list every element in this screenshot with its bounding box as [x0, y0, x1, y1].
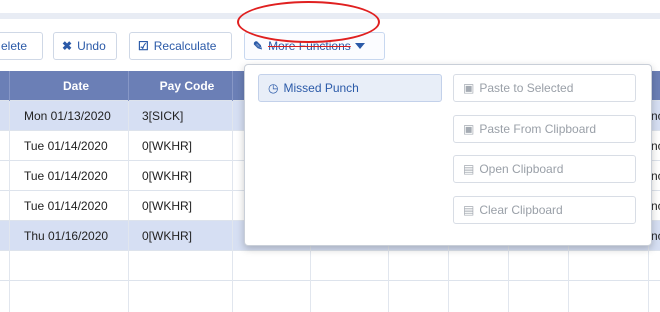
clipboard-paste-icon: ▣ [463, 122, 475, 136]
clear-clipboard-label: Clear Clipboard [479, 203, 563, 217]
date-cell[interactable]: Thu 01/16/2020 [10, 221, 129, 251]
row-gutter [0, 131, 10, 161]
table-cell[interactable] [449, 251, 509, 281]
row-gutter [0, 281, 10, 312]
table-cell[interactable] [129, 251, 233, 281]
row-gutter [0, 251, 10, 281]
date-cell[interactable]: Mon 01/13/2020 [10, 101, 129, 131]
clock-icon: ◷ [268, 81, 279, 95]
clipboard-icon: ▤ [463, 162, 475, 176]
table-cell[interactable] [649, 251, 660, 281]
checkbox-icon: ☑ [138, 39, 149, 53]
row-gutter [0, 191, 10, 221]
clear-clipboard-menu-item[interactable]: ▤ Clear Clipboard [453, 196, 636, 224]
table-cell[interactable] [233, 251, 311, 281]
recalculate-button[interactable]: ☑ Recalculate [129, 32, 232, 60]
table-cell[interactable] [129, 281, 233, 312]
pay-code-cell[interactable]: 0[WKHR] [129, 131, 233, 161]
row-gutter [0, 161, 10, 191]
paste-from-clipboard-label: Paste From Clipboard [479, 122, 597, 136]
clipboard-icon: ▤ [463, 203, 475, 217]
table-cell[interactable] [389, 251, 449, 281]
open-clipboard-label: Open Clipboard [479, 162, 564, 176]
header-pay-code[interactable]: Pay Code [129, 71, 233, 101]
caret-down-icon [354, 43, 365, 49]
table-cell[interactable] [509, 281, 569, 312]
table-cell[interactable] [649, 281, 660, 312]
pay-code-cell[interactable]: 0[WKHR] [129, 191, 233, 221]
timecard-page: elete ✖ Undo ☑ Recalculate ✎ More Functi… [0, 0, 660, 312]
wrench-icon: ✎ [253, 39, 264, 53]
more-functions-menu: ◷ Missed Punch ▣ Paste to Selected ▣ Pas… [244, 64, 652, 246]
clipboard-paste-icon: ▣ [463, 81, 475, 95]
paste-to-selected-menu-item[interactable]: ▣ Paste to Selected [453, 74, 636, 102]
table-cell[interactable] [569, 251, 649, 281]
recalculate-label: Recalculate [153, 39, 217, 53]
table-cell[interactable] [569, 281, 649, 312]
date-cell[interactable]: Tue 01/14/2020 [10, 161, 129, 191]
table-cell[interactable] [233, 281, 311, 312]
row-gutter [0, 221, 10, 251]
date-cell[interactable]: Tue 01/14/2020 [10, 191, 129, 221]
open-clipboard-menu-item[interactable]: ▤ Open Clipboard [453, 155, 636, 183]
table-cell[interactable] [10, 281, 129, 312]
table-row[interactable] [0, 281, 660, 312]
annotation-circle [237, 1, 380, 43]
table-cell[interactable] [389, 281, 449, 312]
table-cell[interactable] [509, 251, 569, 281]
table-row[interactable] [0, 251, 660, 281]
undo-label: Undo [77, 39, 106, 53]
date-cell[interactable]: Tue 01/14/2020 [10, 131, 129, 161]
pay-code-cell[interactable]: 3[SICK] [129, 101, 233, 131]
undo-button[interactable]: ✖ Undo [53, 32, 117, 60]
delete-button[interactable]: elete [0, 32, 43, 60]
x-icon: ✖ [62, 39, 73, 53]
paste-from-clipboard-menu-item[interactable]: ▣ Paste From Clipboard [453, 115, 636, 143]
paste-to-selected-label: Paste to Selected [479, 81, 574, 95]
table-cell[interactable] [311, 251, 389, 281]
table-cell[interactable] [10, 251, 129, 281]
header-cell [0, 71, 10, 101]
row-gutter [0, 101, 10, 131]
table-cell[interactable] [311, 281, 389, 312]
pay-code-cell[interactable]: 0[WKHR] [129, 161, 233, 191]
pay-code-cell[interactable]: 0[WKHR] [129, 221, 233, 251]
delete-label: elete [1, 39, 28, 53]
table-cell[interactable] [449, 281, 509, 312]
header-date[interactable]: Date [10, 71, 129, 101]
missed-punch-menu-item[interactable]: ◷ Missed Punch [258, 74, 442, 102]
missed-punch-label: Missed Punch [283, 81, 359, 95]
